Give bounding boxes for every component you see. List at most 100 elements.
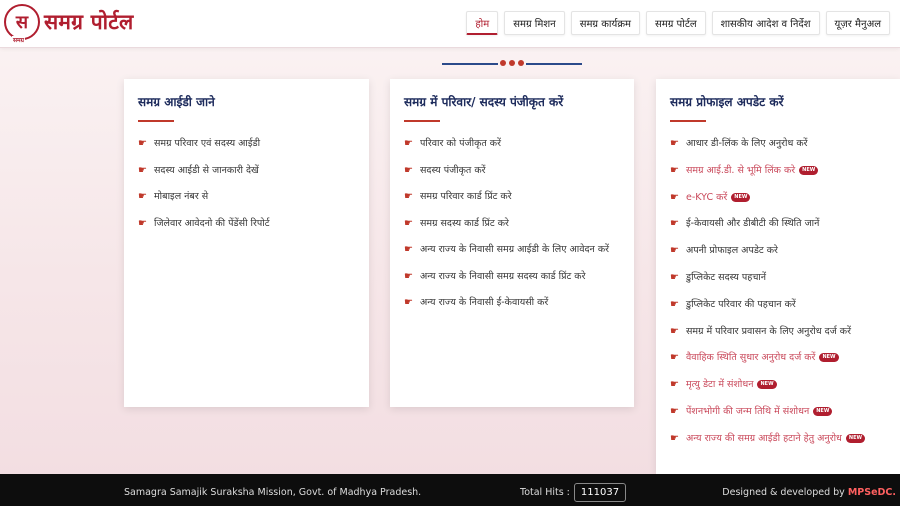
card-link-item[interactable]: ☛ आधार डी-लिंक के लिए अनुरोध करें [670,136,886,151]
card-title: समग्र में परिवार/ सदस्य पंजीकृत करें [404,95,564,109]
link-label: समग्र सदस्य कार्ड प्रिंट करे [420,217,509,229]
link-label: अन्य राज्य के निवासी ई-केवायसी करें [420,297,549,308]
pointing-hand-icon: ☛ [670,271,679,283]
pointing-hand-icon: ☛ [670,298,679,310]
new-badge: NEW [819,353,839,363]
link-label: आधार डी-लिंक के लिए अनुरोध करें [686,138,808,149]
pointing-hand-icon: ☛ [670,164,679,176]
link-label: अन्य राज्य के निवासी समग्र सदस्य कार्ड प… [420,270,586,282]
pointing-hand-icon: ☛ [404,164,413,176]
nav-item[interactable]: समग्र पोर्टल [645,11,706,35]
card-link-item[interactable]: ☛ अपनी प्रोफाइल अपडेट करे [670,243,886,258]
card-link-item[interactable]: ☛ ई-केवायसी और डीबीटी की स्थिति जानें [670,216,886,231]
section-divider [442,60,582,68]
pointing-hand-icon: ☛ [404,217,413,229]
link-label: अन्य राज्य की समग्र आईडी हटाने हेतु अनुर… [686,431,866,446]
link-label: सदस्य पंजीकृत करें [420,164,486,176]
pointing-hand-icon: ☛ [404,138,413,149]
new-badge: NEW [799,165,819,175]
link-label: ई-केवायसी और डीबीटी की स्थिति जानें [686,218,820,230]
footer-org: Samagra Samajik Suraksha Mission, Govt. … [124,487,422,498]
link-label: डुप्लिकेट परिवार की पहचान करें [686,298,796,310]
card-link-item[interactable]: ☛ डुप्लिकेट सदस्य पहचानें [670,270,886,285]
card-link-item[interactable]: ☛ सदस्य आईडी से जानकारी देखें [138,163,355,178]
card-link-item[interactable]: ☛ समग्र में परिवार प्रवासन के लिए अनुरोध … [670,324,886,339]
link-label: समग्र परिवार कार्ड प्रिंट करे [420,191,512,202]
link-label: मोबाइल नंबर से [154,191,209,202]
pointing-hand-icon: ☛ [670,405,679,417]
card-title: समग्र प्रोफाइल अपडेट करें [670,95,784,109]
card-link-item[interactable]: ☛ e-KYC करें NEW [670,190,886,205]
link-label: सदस्य आईडी से जानकारी देखें [154,164,259,176]
developer-link[interactable]: MPSeDC. [848,487,896,498]
logo[interactable]: स समग्र समग्र पोर्टल [4,4,134,44]
card-link-item[interactable]: ☛ सदस्य पंजीकृत करें [404,163,620,178]
new-badge: NEW [731,192,751,202]
link-label: परिवार को पंजीकृत करें [420,138,501,149]
card-link-item[interactable]: ☛ डुप्लिकेट परिवार की पहचान करें [670,297,886,312]
link-label: समग्र आई.डी. से भूमि लिंक करे NEW [686,163,819,178]
brand-title: समग्र पोर्टल [44,9,134,34]
card-link-item[interactable]: ☛ मृत्यु डेटा में संशोधन NEW [670,377,886,392]
pointing-hand-icon: ☛ [670,138,679,149]
nav-item[interactable]: समग्र कार्यक्रम [570,11,640,35]
card-link-item[interactable]: ☛ वैवाहिक स्थिति सुधार अनुरोध दर्ज करें NE… [670,350,886,365]
pointing-hand-icon: ☛ [138,217,147,229]
pointing-hand-icon: ☛ [404,244,413,255]
card-link-item[interactable]: ☛ समग्र आई.डी. से भूमि लिंक करे NEW [670,163,886,178]
pointing-hand-icon: ☛ [670,218,679,230]
new-badge: NEW [845,433,866,443]
pointing-hand-icon: ☛ [670,191,679,203]
link-label: पेंशनभोगी की जन्म तिथि में संशोधन NEW [686,404,833,419]
card-link-item[interactable]: ☛ जिलेवार आवेदनो की पेंडेंसी रिपोर्ट [138,216,355,231]
link-label: डुप्लिकेट सदस्य पहचानें [686,271,767,283]
hit-counter: Total Hits : 111037 [520,483,627,502]
card-profile-update: समग्र प्रोफाइल अपडेट करें ☛ आधार डी-लिंक … [656,79,900,475]
samagra-logo-icon: स समग्र [4,4,40,44]
pointing-hand-icon: ☛ [404,270,413,282]
card-link-list: ☛ समग्र परिवार एवं सदस्य आईडी ☛ सदस्य आईडी … [138,136,355,231]
footer: Samagra Samajik Suraksha Mission, Govt. … [0,474,900,506]
footer-credit: Designed & developed by MPSeDC. [722,487,896,498]
pointing-hand-icon: ☛ [670,379,679,391]
pointing-hand-icon: ☛ [138,164,147,176]
card-link-item[interactable]: ☛ अन्य राज्य की समग्र आईडी हटाने हेतु अनु… [670,431,886,446]
pointing-hand-icon: ☛ [404,191,413,202]
link-label: वैवाहिक स्थिति सुधार अनुरोध दर्ज करें NEW [686,350,839,365]
pointing-hand-icon: ☛ [138,138,147,149]
card-link-item[interactable]: ☛ मोबाइल नंबर से [138,189,355,204]
link-label: अन्य राज्य के निवासी समग्र आईडी के लिए आ… [420,244,610,255]
card-link-item[interactable]: ☛ समग्र सदस्य कार्ड प्रिंट करे [404,216,620,231]
link-label: e-KYC करें NEW [686,190,751,205]
pointing-hand-icon: ☛ [670,245,679,257]
link-label: मृत्यु डेटा में संशोधन NEW [686,377,777,392]
card-link-item[interactable]: ☛ अन्य राज्य के निवासी समग्र सदस्य कार्ड … [404,269,620,284]
pointing-hand-icon: ☛ [670,325,679,337]
main-nav: होम समग्र मिशन समग्र कार्यक्रम समग्र पोर्टल… [466,11,890,35]
card-title: समग्र आईडी जाने [138,95,215,109]
card-link-item[interactable]: ☛ अन्य राज्य के निवासी ई-केवायसी करें [404,295,620,310]
pointing-hand-icon: ☛ [138,191,147,202]
nav-item[interactable]: यूज़र मैनुअल [825,11,890,35]
new-badge: NEW [813,406,833,416]
card-register: समग्र में परिवार/ सदस्य पंजीकृत करें ☛ पर… [390,79,634,407]
nav-item[interactable]: समग्र मिशन [504,11,565,35]
card-link-item[interactable]: ☛ समग्र परिवार एवं सदस्य आईडी [138,136,355,151]
pointing-hand-icon: ☛ [670,352,679,364]
nav-item[interactable]: शासकीय आदेश व निर्देश [711,11,820,35]
card-link-item[interactable]: ☛ परिवार को पंजीकृत करें [404,136,620,151]
card-link-list: ☛ परिवार को पंजीकृत करें ☛ सदस्य पंजीकृत कर… [404,136,620,310]
hits-value: 111037 [573,483,627,502]
link-label: समग्र में परिवार प्रवासन के लिए अनुरोध द… [686,325,851,337]
link-label: अपनी प्रोफाइल अपडेट करे [686,245,778,257]
new-badge: NEW [757,380,777,390]
card-link-item[interactable]: ☛ अन्य राज्य के निवासी समग्र आईडी के लिए … [404,242,620,257]
pointing-hand-icon: ☛ [404,297,413,308]
card-link-item[interactable]: ☛ समग्र परिवार कार्ड प्रिंट करे [404,189,620,204]
card-link-item[interactable]: ☛ पेंशनभोगी की जन्म तिथि में संशोधन NEW [670,404,886,419]
link-label: समग्र परिवार एवं सदस्य आईडी [154,138,261,149]
card-samagra-id: समग्र आईडी जाने ☛ समग्र परिवार एवं सदस्य … [124,79,369,407]
nav-item[interactable]: होम [466,11,499,35]
link-label: जिलेवार आवेदनो की पेंडेंसी रिपोर्ट [154,217,270,229]
top-header: स समग्र समग्र पोर्टल होम समग्र मिशन समग्र … [0,0,900,48]
